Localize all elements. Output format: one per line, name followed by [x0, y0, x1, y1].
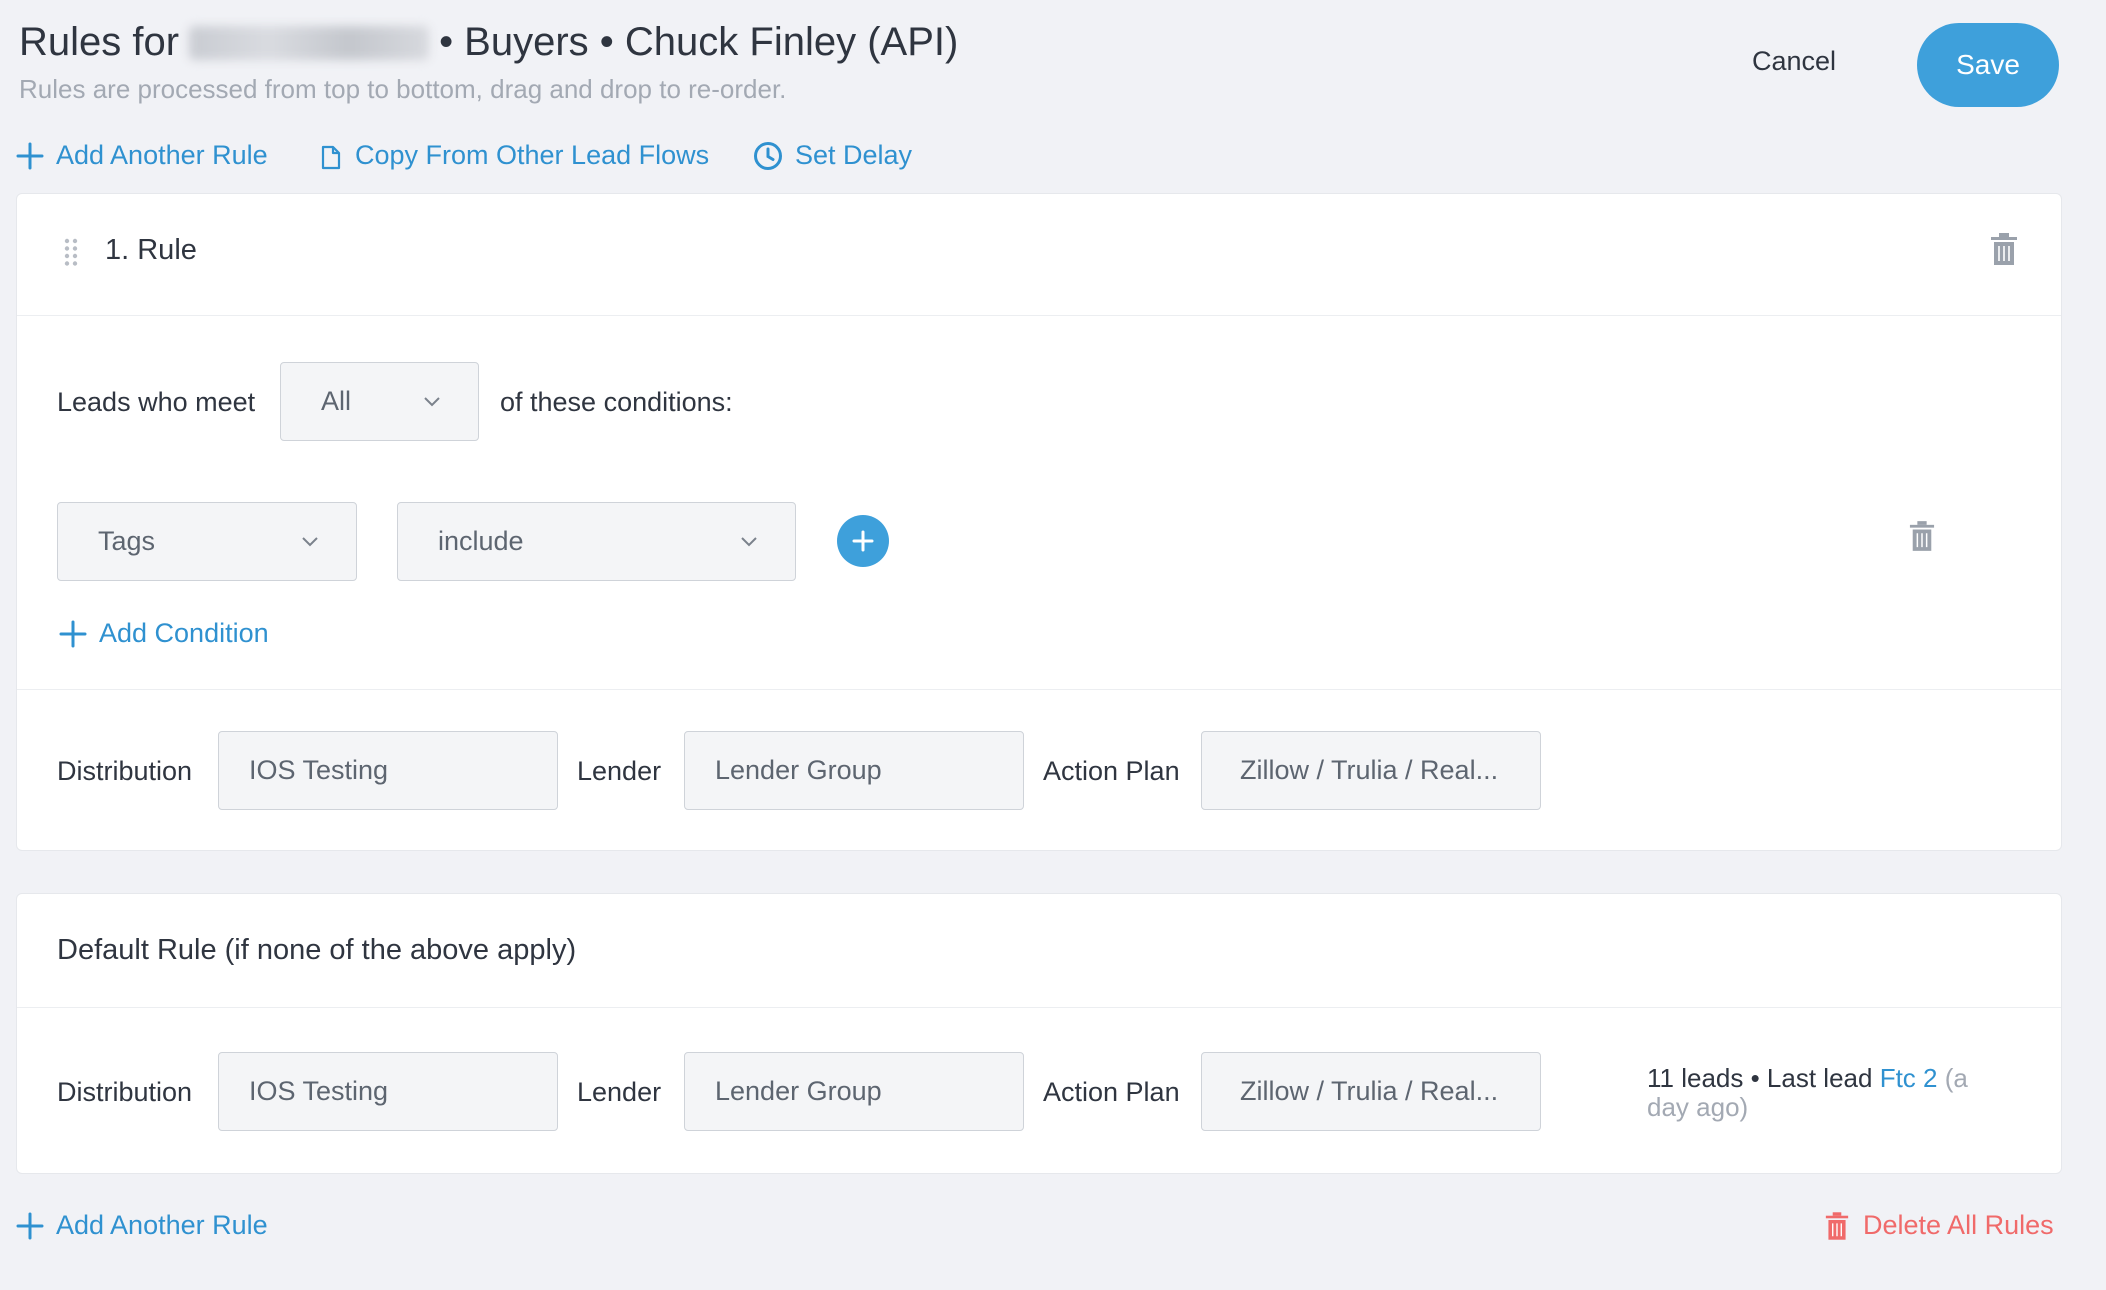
- drag-handle-icon[interactable]: [63, 237, 79, 267]
- lead-count-text: 11 leads • Last lead: [1647, 1063, 1873, 1093]
- lender-field[interactable]: Lender Group: [684, 731, 1024, 810]
- default-action-plan-label: Action Plan: [1043, 1077, 1180, 1107]
- plus-icon: [16, 1212, 44, 1239]
- redacted-lead-flow-name: [189, 25, 430, 60]
- add-another-rule-link-top[interactable]: Add Another Rule: [16, 140, 268, 171]
- rule-actions-divider: [17, 689, 2061, 690]
- default-distribution-field[interactable]: IOS Testing: [218, 1052, 558, 1131]
- set-delay-label: Set Delay: [795, 140, 913, 170]
- action-plan-label: Action Plan: [1043, 756, 1180, 786]
- conditions-suffix-label: of these conditions:: [500, 387, 733, 417]
- condition-operator-value: include: [438, 526, 524, 556]
- distribution-label: Distribution: [57, 756, 193, 786]
- set-delay-link[interactable]: Set Delay: [753, 140, 912, 171]
- plus-icon: [852, 530, 874, 552]
- delete-all-rules-link[interactable]: Delete All Rules: [1825, 1210, 2054, 1241]
- default-action-plan-field[interactable]: Zillow / Trulia / Real...: [1201, 1052, 1541, 1131]
- save-button[interactable]: Save: [1917, 23, 2059, 107]
- add-condition-link[interactable]: Add Condition: [59, 618, 269, 649]
- plus-icon: [16, 142, 44, 169]
- chevron-down-icon: [741, 536, 757, 546]
- condition-field-value: Tags: [98, 526, 156, 556]
- default-rule-card: Default Rule (if none of the above apply…: [16, 893, 2062, 1174]
- action-plan-field[interactable]: Zillow / Trulia / Real...: [1201, 731, 1541, 810]
- condition-operator-select[interactable]: include: [397, 502, 796, 581]
- leads-who-meet-label: Leads who meet: [57, 387, 256, 417]
- chevron-down-icon: [424, 396, 440, 406]
- condition-field-select[interactable]: Tags: [57, 502, 357, 581]
- delete-all-rules-label: Delete All Rules: [1863, 1210, 2054, 1240]
- clock-icon: [754, 141, 782, 170]
- rule-card: 1. Rule Leads who meet All of these cond…: [16, 193, 2062, 851]
- copy-from-other-lead-flows-link[interactable]: Copy From Other Lead Flows: [315, 140, 709, 171]
- chevron-down-icon: [302, 536, 318, 546]
- default-distribution-label: Distribution: [57, 1077, 193, 1107]
- copy-icon: [321, 145, 341, 169]
- copy-from-other-lead-flows-label: Copy From Other Lead Flows: [355, 140, 710, 170]
- delete-condition-trash-icon[interactable]: [1909, 520, 1935, 552]
- page-title-prefix: Rules for: [19, 20, 180, 64]
- cancel-button[interactable]: Cancel: [1752, 46, 1836, 77]
- distribution-field[interactable]: IOS Testing: [218, 731, 558, 810]
- match-type-value: All: [321, 386, 352, 416]
- last-lead-link[interactable]: Ftc 2: [1880, 1063, 1938, 1093]
- page-subtitle: Rules are processed from top to bottom, …: [19, 74, 787, 104]
- add-another-rule-label: Add Another Rule: [56, 140, 268, 170]
- rule-header-divider: [17, 315, 2061, 316]
- default-lender-label: Lender: [577, 1077, 662, 1107]
- trash-icon: [1825, 1211, 1849, 1240]
- page-title-suffix: • Buyers • Chuck Finley (API): [439, 20, 959, 64]
- default-lender-field[interactable]: Lender Group: [684, 1052, 1024, 1131]
- page-title: Rules for • Buyers • Chuck Finley (API): [19, 20, 958, 65]
- delete-rule-trash-icon[interactable]: [1990, 232, 2018, 266]
- add-another-rule-link-bottom[interactable]: Add Another Rule: [16, 1210, 268, 1241]
- add-condition-label: Add Condition: [99, 618, 269, 648]
- rule-title: 1. Rule: [105, 234, 197, 266]
- lender-label: Lender: [577, 756, 662, 786]
- default-rule-divider: [17, 1007, 2061, 1008]
- match-type-select[interactable]: All: [280, 362, 479, 441]
- add-another-rule-label: Add Another Rule: [56, 1210, 268, 1240]
- plus-icon: [59, 620, 87, 647]
- add-condition-value-button[interactable]: [837, 515, 889, 567]
- default-rule-title: Default Rule (if none of the above apply…: [57, 934, 577, 966]
- default-rule-stats: 11 leads • Last lead Ftc 2 (a day ago): [1647, 1064, 1977, 1122]
